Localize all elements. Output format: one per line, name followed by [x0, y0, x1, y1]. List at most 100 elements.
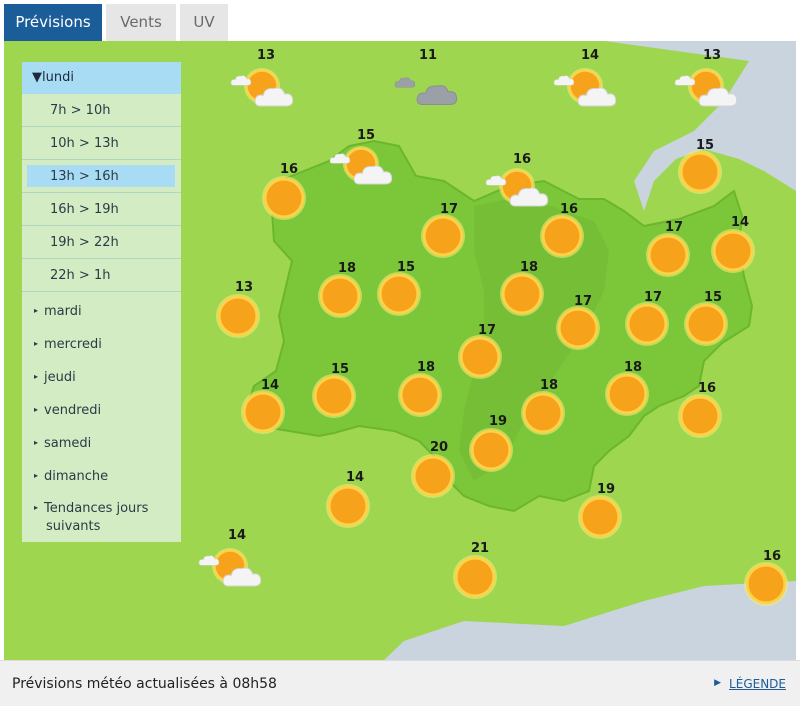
day-label: jeudi [44, 370, 76, 385]
sun-icon [678, 150, 722, 194]
temperature-label: 15 [356, 128, 376, 143]
bullet-arrow-icon: ▸ [34, 471, 39, 480]
slot-22h-1h[interactable]: 22h > 1h [22, 259, 181, 292]
sun-icon [421, 214, 465, 258]
sun-icon [262, 176, 306, 220]
temperature-label: 13 [256, 48, 276, 63]
sun-icon [312, 374, 356, 418]
day-label: vendredi [44, 403, 102, 418]
sun-icon [625, 302, 669, 346]
slot-label: 16h > 19h [50, 202, 119, 217]
cloud-icon [674, 75, 696, 86]
temperature-label: 20 [429, 440, 449, 455]
cloud-icon [698, 87, 738, 107]
slot-label: 13h > 16h [50, 169, 119, 184]
temperature-label: 14 [730, 215, 750, 230]
cloud-icon [230, 75, 252, 86]
temperature-label: 14 [345, 470, 365, 485]
trend-label-line2: suivants [46, 519, 101, 534]
day-jeudi[interactable]: ▸ jeudi [22, 369, 181, 387]
sun-icon [398, 373, 442, 417]
day-label: samedi [44, 436, 92, 451]
update-time-text: Prévisions météo actualisées à 08h58 [12, 676, 277, 692]
cloud-icon [416, 85, 458, 106]
temperature-label: 14 [580, 48, 600, 63]
temperature-label: 21 [470, 541, 490, 556]
sun-icon [411, 454, 455, 498]
bullet-arrow-icon: ▸ [34, 438, 39, 447]
bullet-arrow-icon: ▸ [34, 405, 39, 414]
forecast-sidebar: ▼lundi 7h > 10h 10h > 13h 13h > 16h 16h … [22, 62, 181, 542]
sun-icon [216, 294, 260, 338]
day-label: mercredi [44, 337, 102, 352]
slot-7h-10h[interactable]: 7h > 10h [22, 94, 181, 127]
bullet-arrow-icon: ▸ [34, 372, 39, 381]
sun-icon [241, 390, 285, 434]
sun-icon [458, 335, 502, 379]
slot-label: 19h > 22h [50, 235, 119, 250]
sun-icon [540, 214, 584, 258]
legend-link[interactable]: LÉGENDE [729, 677, 786, 691]
cloud-icon [222, 567, 262, 587]
cloud-icon [198, 555, 220, 566]
cloud-icon [353, 165, 393, 185]
trend-label-line1: Tendances jours [44, 501, 149, 516]
cloud-icon [485, 175, 507, 186]
slot-label: 7h > 10h [50, 103, 111, 118]
temperature-label: 14 [227, 528, 247, 543]
sun-icon [605, 372, 649, 416]
sun-icon [744, 562, 788, 606]
tab-bar: Prévisions Vents UV [0, 0, 800, 41]
sun-icon [646, 233, 690, 277]
sun-icon [326, 484, 370, 528]
sun-icon [318, 274, 362, 318]
sun-icon [684, 302, 728, 346]
cloud-icon [329, 153, 351, 164]
slot-10h-13h[interactable]: 10h > 13h [22, 127, 181, 160]
temperature-label: 16 [279, 162, 299, 177]
slot-16h-19h[interactable]: 16h > 19h [22, 193, 181, 226]
sun-icon [521, 391, 565, 435]
day-label: lundi [42, 70, 74, 85]
tab-previsions[interactable]: Prévisions [4, 4, 102, 41]
day-samedi[interactable]: ▸ samedi [22, 435, 181, 453]
sun-icon [453, 555, 497, 599]
sun-icon [500, 272, 544, 316]
day-lundi-header[interactable]: ▼lundi [22, 62, 181, 94]
bullet-arrow-icon: ▸ [34, 306, 39, 315]
temperature-label: 19 [488, 414, 508, 429]
sun-icon [556, 306, 600, 350]
cloud-icon [394, 77, 416, 88]
tab-vents[interactable]: Vents [106, 4, 176, 41]
temperature-label: 13 [702, 48, 722, 63]
sun-icon [469, 428, 513, 472]
bullet-arrow-icon: ▸ [34, 339, 39, 348]
slot-label: 22h > 1h [50, 268, 111, 283]
day-mardi[interactable]: ▸ mardi [22, 303, 181, 321]
cloud-icon [553, 75, 575, 86]
sun-icon [678, 394, 722, 438]
day-mercredi[interactable]: ▸ mercredi [22, 336, 181, 354]
tab-uv[interactable]: UV [180, 4, 228, 41]
footer-bar: Prévisions météo actualisées à 08h58 ▶ L… [0, 660, 800, 706]
sun-icon [711, 229, 755, 273]
temperature-label: 11 [418, 48, 438, 63]
bullet-arrow-icon: ▸ [34, 503, 39, 512]
cloud-icon [509, 187, 549, 207]
sun-icon [578, 495, 622, 539]
slot-label: 10h > 13h [50, 136, 119, 151]
expand-triangle-icon: ▼ [32, 70, 42, 85]
cloud-icon [254, 87, 294, 107]
day-tendances[interactable]: ▸ Tendances jours suivants [22, 500, 181, 535]
day-dimanche[interactable]: ▸ dimanche [22, 468, 181, 486]
sun-icon [377, 272, 421, 316]
temperature-label: 16 [512, 152, 532, 167]
temperature-label: 13 [234, 280, 254, 295]
slot-13h-16h[interactable]: 13h > 16h [22, 160, 181, 193]
cloud-icon [577, 87, 617, 107]
day-label: dimanche [44, 469, 109, 484]
slot-19h-22h[interactable]: 19h > 22h [22, 226, 181, 259]
day-vendredi[interactable]: ▸ vendredi [22, 402, 181, 420]
play-arrow-icon: ▶ [714, 678, 721, 688]
sea-shape [384, 581, 796, 660]
